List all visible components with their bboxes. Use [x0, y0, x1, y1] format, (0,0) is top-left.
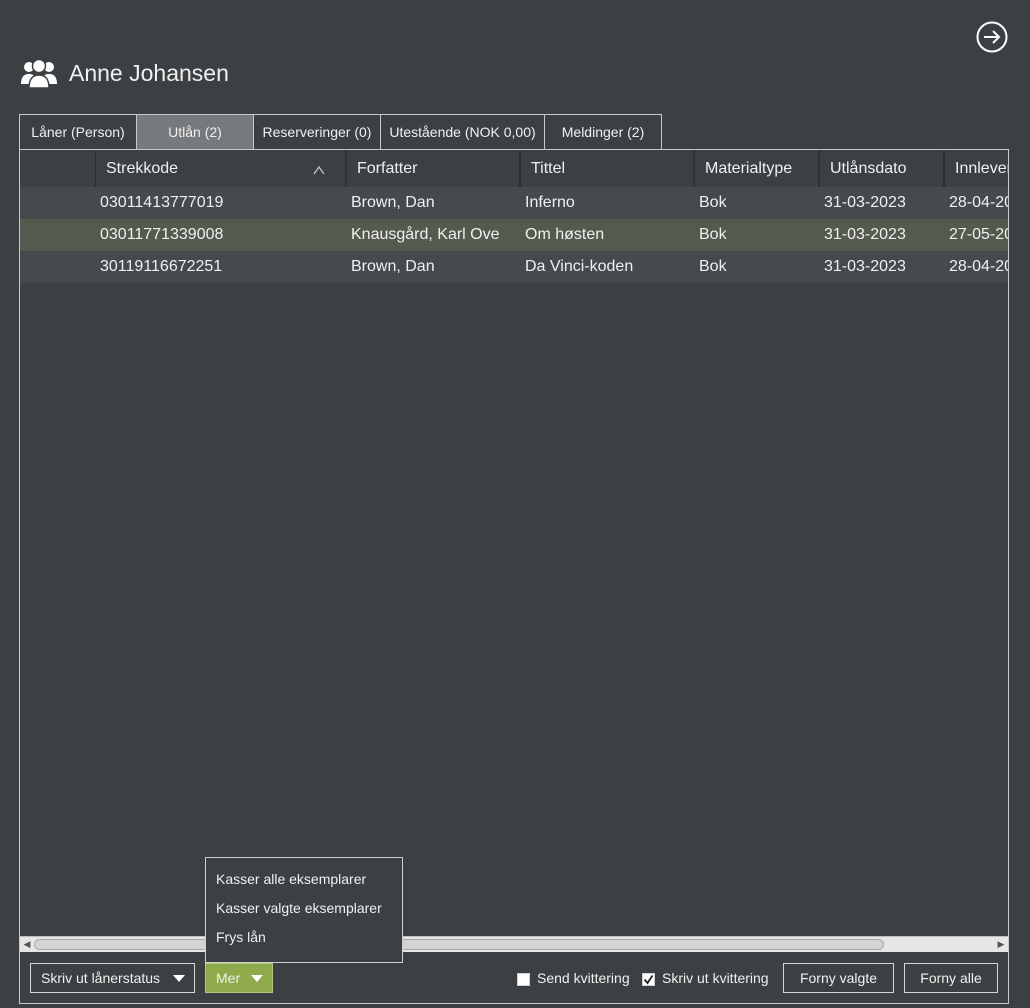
- cell-utlansdato: 31-03-2023: [824, 226, 906, 243]
- table-row-selected[interactable]: 03011771339008 Knausgård, Karl Ove Om hø…: [20, 219, 1008, 251]
- loans-table: Strekkode Forfatter Tittel Materialtype …: [20, 150, 1008, 935]
- dropdown-caret-icon: [251, 975, 263, 982]
- sort-ascending-icon: [313, 162, 325, 180]
- cell-utlansdato: 31-03-2023: [824, 258, 906, 275]
- cell-tittel: Om høsten: [525, 226, 605, 243]
- cell-strekkode: 03011413777019: [100, 194, 224, 211]
- tab-laaner-person[interactable]: Låner (Person): [19, 114, 137, 149]
- more-dropdown-menu: Kasser alle eksemplarer Kasser valgte ek…: [205, 857, 403, 963]
- print-receipt-label: Skriv ut kvittering: [662, 970, 769, 986]
- table-row[interactable]: 30119116672251 Brown, Dan Da Vinci-koden…: [20, 251, 1008, 283]
- column-header-strekkode[interactable]: Strekkode: [96, 150, 347, 187]
- cell-utlansdato: 31-03-2023: [824, 194, 906, 211]
- cell-innlevering: 28-04-2023: [949, 194, 1008, 211]
- cell-innlevering: 28-04-2023: [949, 258, 1008, 275]
- column-header-tittel[interactable]: Tittel: [521, 150, 695, 187]
- cell-strekkode: 03011771339008: [100, 226, 224, 243]
- print-patron-status-button[interactable]: Skriv ut lånerstatus: [30, 963, 195, 993]
- send-receipt-checkbox[interactable]: [517, 973, 530, 986]
- scroll-left-arrow-icon[interactable]: ◀: [20, 937, 34, 952]
- column-header-forfatter[interactable]: Forfatter: [347, 150, 521, 187]
- logout-arrow-icon[interactable]: [976, 21, 1008, 53]
- column-header-label: Strekkode: [106, 159, 179, 177]
- cell-forfatter: Brown, Dan: [351, 194, 435, 211]
- print-patron-status-label: Skriv ut lånerstatus: [41, 970, 161, 986]
- menu-item-discard-all[interactable]: Kasser alle eksemplarer: [216, 871, 366, 887]
- menu-item-freeze-loan[interactable]: Frys lån: [216, 929, 266, 945]
- scrollbar-thumb[interactable]: [34, 939, 884, 950]
- scroll-right-arrow-icon[interactable]: ▶: [994, 937, 1008, 952]
- send-receipt-label: Send kvittering: [537, 970, 630, 986]
- tab-utlaan[interactable]: Utlån (2): [136, 114, 254, 149]
- tab-utestaende[interactable]: Utestående (NOK 0,00): [380, 114, 545, 149]
- menu-item-discard-selected[interactable]: Kasser valgte eksemplarer: [216, 900, 382, 916]
- cell-forfatter: Brown, Dan: [351, 258, 435, 275]
- tab-meldinger[interactable]: Meldinger (2): [544, 114, 662, 149]
- patron-name: Anne Johansen: [69, 60, 229, 86]
- tab-reserveringer[interactable]: Reserveringer (0): [253, 114, 381, 149]
- column-header-innlevering[interactable]: Innlevering: [945, 150, 1008, 187]
- horizontal-scrollbar[interactable]: ◀ ▶: [20, 936, 1008, 952]
- column-header-utlansdato[interactable]: Utlånsdato: [820, 150, 945, 187]
- cell-materialtype: Bok: [699, 194, 727, 211]
- users-group-icon: [20, 58, 58, 90]
- renew-selected-button[interactable]: Forny valgte: [783, 963, 894, 993]
- table-row[interactable]: 03011413777019 Brown, Dan Inferno Bok 31…: [20, 187, 1008, 219]
- cell-strekkode: 30119116672251: [100, 258, 223, 275]
- cell-tittel: Da Vinci-koden: [525, 258, 634, 275]
- cell-materialtype: Bok: [699, 258, 727, 275]
- print-receipt-checkbox[interactable]: [642, 973, 655, 986]
- cell-tittel: Inferno: [525, 194, 575, 211]
- column-header-materialtype[interactable]: Materialtype: [695, 150, 820, 187]
- cell-materialtype: Bok: [699, 226, 727, 243]
- cell-innlevering: 27-05-2023: [949, 226, 1008, 243]
- checkmark-icon: [643, 975, 654, 985]
- column-header-select[interactable]: [20, 150, 97, 187]
- cell-forfatter: Knausgård, Karl Ove: [351, 226, 500, 243]
- more-label: Mer: [216, 970, 241, 986]
- loans-panel: Strekkode Forfatter Tittel Materialtype …: [19, 149, 1009, 1004]
- more-button[interactable]: Mer: [205, 963, 273, 993]
- renew-all-button[interactable]: Forny alle: [904, 963, 998, 993]
- dropdown-caret-icon: [173, 975, 185, 982]
